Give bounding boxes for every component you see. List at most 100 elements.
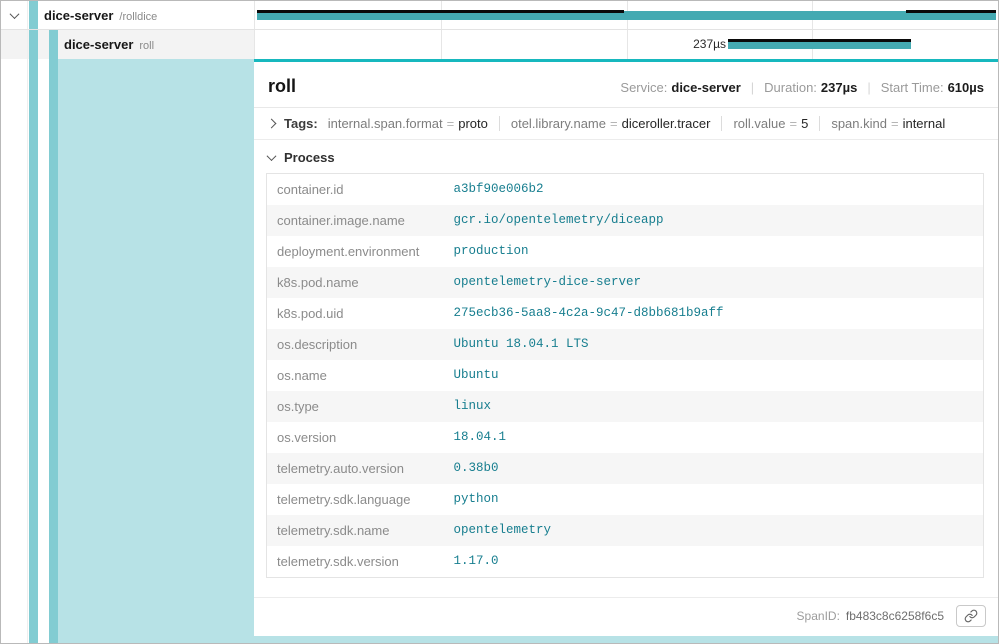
tag-item: span.kind=internal: [831, 116, 945, 131]
table-row: os.typelinux: [267, 391, 984, 422]
service-label: Service:: [620, 80, 667, 95]
table-row: os.descriptionUbuntu 18.04.1 LTS: [267, 329, 984, 360]
process-key: container.id: [267, 174, 444, 206]
tag-divider: [721, 116, 722, 131]
process-value: 0.38b0: [444, 453, 984, 484]
span-detail-panel: roll Service: dice-server | Duration: 23…: [254, 59, 998, 636]
span-name-cell[interactable]: dice-server /rolldice: [1, 1, 254, 29]
process-value: Ubuntu: [444, 360, 984, 391]
service-value: dice-server: [671, 80, 740, 95]
process-value: Ubuntu 18.04.1 LTS: [444, 329, 984, 360]
table-row: os.version18.04.1: [267, 422, 984, 453]
tag-item: otel.library.name=diceroller.tracer: [511, 116, 711, 131]
table-row: deployment.environmentproduction: [267, 236, 984, 267]
span-id-label: SpanID:: [797, 609, 840, 623]
tag-divider: [499, 116, 500, 131]
process-key: k8s.pod.uid: [267, 298, 444, 329]
span-detail-highlight: [58, 59, 254, 643]
table-row: telemetry.sdk.languagepython: [267, 484, 984, 515]
critical-path-segment: [257, 10, 624, 13]
timeline-cell[interactable]: [254, 1, 998, 29]
span-name-cell[interactable]: dice-server roll: [1, 30, 254, 59]
span-detail-header: roll Service: dice-server | Duration: 23…: [254, 62, 998, 108]
tag-item: roll.value=5: [733, 116, 808, 131]
process-key: telemetry.auto.version: [267, 453, 444, 484]
process-value: gcr.io/opentelemetry/diceapp: [444, 205, 984, 236]
table-row: os.nameUbuntu: [267, 360, 984, 391]
process-key: os.type: [267, 391, 444, 422]
table-row: telemetry.sdk.version1.17.0: [267, 546, 984, 578]
table-row: telemetry.auto.version0.38b0: [267, 453, 984, 484]
row-gutter: [1, 59, 28, 643]
process-accordion[interactable]: Process: [254, 140, 998, 171]
duration-label: Duration:: [764, 80, 817, 95]
critical-path-segment: [906, 10, 996, 13]
process-value: opentelemetry: [444, 515, 984, 546]
span-duration-label: 237µs: [693, 37, 726, 51]
process-key: deployment.environment: [267, 236, 444, 267]
process-key: os.name: [267, 360, 444, 391]
deep-link-button[interactable]: [956, 605, 986, 627]
grid-line: [441, 30, 442, 59]
process-label: Process: [284, 150, 335, 165]
start-time-label: Start Time:: [881, 80, 944, 95]
process-key: telemetry.sdk.version: [267, 546, 444, 578]
timeline-cell[interactable]: 237µs: [254, 30, 998, 59]
process-value: 18.04.1: [444, 422, 984, 453]
table-row: k8s.pod.nameopentelemetry-dice-server: [267, 267, 984, 298]
process-value: opentelemetry-dice-server: [444, 267, 984, 298]
table-row: k8s.pod.uid275ecb36-5aa8-4c2a-9c47-d8bb6…: [267, 298, 984, 329]
table-row: telemetry.sdk.nameopentelemetry: [267, 515, 984, 546]
process-value: a3bf90e006b2: [444, 174, 984, 206]
critical-path-segment: [728, 39, 911, 42]
duration-value: 237µs: [821, 80, 857, 95]
process-value: production: [444, 236, 984, 267]
process-key: os.version: [267, 422, 444, 453]
tag-item: internal.span.format=proto: [328, 116, 488, 131]
span-indent-column: [1, 59, 254, 643]
process-value: python: [444, 484, 984, 515]
process-value: 1.17.0: [444, 546, 984, 578]
span-detail-footer: SpanID: fb483c8c6258f6c5: [254, 597, 998, 636]
process-key: telemetry.sdk.language: [267, 484, 444, 515]
row-gutter: [1, 30, 28, 59]
table-row: container.ida3bf90e006b2: [267, 174, 984, 206]
process-table: container.ida3bf90e006b2 container.image…: [266, 173, 984, 578]
process-key: container.image.name: [267, 205, 444, 236]
tag-divider: [819, 116, 820, 131]
link-icon: [964, 609, 978, 623]
tags-accordion[interactable]: Tags: internal.span.format=proto otel.li…: [254, 108, 998, 140]
span-tree-guide: [29, 30, 38, 59]
process-value: 275ecb36-5aa8-4c2a-9c47-d8bb681b9aff: [444, 298, 984, 329]
operation-name: roll: [139, 40, 154, 52]
span-row-rolldice[interactable]: dice-server /rolldice: [1, 1, 998, 30]
service-name: dice-server: [44, 8, 113, 23]
span-color-guide: [49, 30, 58, 59]
span-id-value: fb483c8c6258f6c5: [846, 609, 944, 623]
span-title: roll: [268, 76, 620, 97]
chevron-down-icon: [267, 151, 277, 161]
chevron-right-icon: [267, 119, 277, 129]
span-tree-guide: [29, 59, 38, 643]
span-bar-roll[interactable]: [728, 40, 911, 49]
service-name: dice-server: [64, 37, 133, 52]
trace-timeline: dice-server /rolldice dice-se: [1, 1, 998, 59]
process-value: linux: [444, 391, 984, 422]
start-time-value: 610µs: [948, 80, 984, 95]
span-bar-rolldice[interactable]: [257, 11, 996, 20]
chevron-down-icon: [9, 9, 19, 19]
span-color-guide: [29, 1, 38, 29]
process-key: os.description: [267, 329, 444, 360]
grid-line: [627, 30, 628, 59]
meta-divider: |: [867, 80, 870, 95]
span-row-roll[interactable]: dice-server roll 237µs: [1, 30, 998, 59]
tags-label: Tags:: [284, 116, 318, 131]
process-key: telemetry.sdk.name: [267, 515, 444, 546]
process-key: k8s.pod.name: [267, 267, 444, 298]
trace-detail-view: dice-server /rolldice dice-se: [0, 0, 999, 644]
operation-name: /rolldice: [119, 11, 157, 23]
span-color-guide: [49, 59, 58, 643]
meta-divider: |: [751, 80, 754, 95]
collapse-toggle[interactable]: [1, 1, 28, 29]
table-row: container.image.namegcr.io/opentelemetry…: [267, 205, 984, 236]
